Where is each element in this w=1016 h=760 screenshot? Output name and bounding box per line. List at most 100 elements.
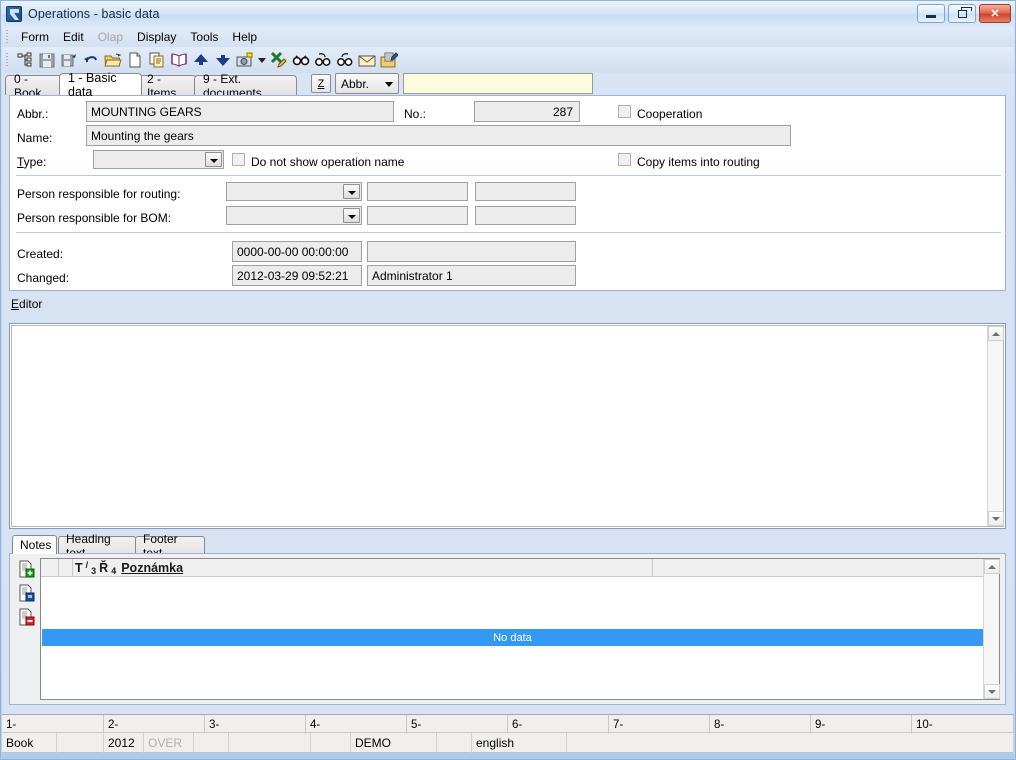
changed-label: Changed: (17, 271, 70, 285)
tab-heading-text[interactable]: Heading text (58, 532, 136, 560)
edit-document-icon[interactable] (378, 49, 400, 71)
created-user-field[interactable] (367, 241, 576, 262)
do-not-show-checkbox[interactable] (232, 153, 245, 166)
cooperation-label: Cooperation (637, 107, 703, 121)
created-field[interactable]: 0000-00-00 00:00:00 (232, 241, 362, 262)
person-bom-extra1[interactable] (367, 206, 468, 225)
notes-grid[interactable]: T / 3 Ř 4 Poznámka No data (40, 558, 1000, 700)
app-icon (6, 6, 22, 22)
grid-header-sub3: 3 (91, 566, 97, 576)
toolbar-grip-icon[interactable] (4, 52, 11, 68)
find-icon[interactable] (290, 49, 312, 71)
cooperation-checkbox[interactable] (618, 105, 631, 118)
scroll-down-icon[interactable] (984, 684, 1000, 699)
search-input[interactable] (403, 73, 593, 94)
status-value-blank3[interactable] (229, 733, 311, 753)
status-value-english[interactable]: english (472, 733, 567, 753)
search-mode-combo[interactable]: Abbr. (335, 73, 399, 94)
status-value-blank2[interactable] (194, 733, 229, 753)
status-value-blank1[interactable] (57, 733, 104, 753)
name-label: Name: (17, 131, 53, 145)
abbr-field[interactable]: MOUNTING GEARS (86, 101, 394, 122)
arrow-up-icon[interactable] (190, 49, 212, 71)
status-bar-panel-numbers: 1- 2- 3- 4- 5- 6- 7- 8- 9- 10- (2, 714, 1014, 734)
status-value-book[interactable]: Book (2, 733, 57, 753)
menu-item-tools[interactable]: Tools (183, 28, 225, 46)
close-icon: ✕ (990, 8, 1000, 20)
new-document-icon[interactable] (124, 49, 146, 71)
add-note-icon[interactable] (18, 560, 36, 578)
notes-grid-scrollbar[interactable] (983, 559, 1000, 699)
status-value-over[interactable]: OVER (144, 733, 194, 753)
search-mode-value: Abbr. (341, 76, 370, 91)
tab-notes[interactable]: Notes (12, 535, 57, 554)
grid-empty-row[interactable]: No data (42, 629, 983, 646)
tab-footer-text[interactable]: Footer text (135, 532, 205, 560)
open-folder-icon[interactable] (102, 49, 124, 71)
find-previous-icon[interactable] (312, 49, 334, 71)
camera-icon[interactable] (234, 49, 256, 71)
chevron-down-icon[interactable] (343, 208, 360, 223)
copy-icon[interactable] (146, 49, 168, 71)
book-icon[interactable] (168, 49, 190, 71)
status-value-blank4[interactable] (311, 733, 351, 753)
status-value-year[interactable]: 2012 (104, 733, 144, 753)
undo-icon[interactable] (80, 49, 102, 71)
minimize-button[interactable] (917, 4, 945, 23)
save-icon[interactable] (36, 49, 58, 71)
scroll-up-icon[interactable] (988, 326, 1004, 341)
person-bom-extra2[interactable] (475, 206, 576, 225)
z-button[interactable]: Z (311, 74, 331, 93)
chevron-down-icon[interactable] (205, 152, 222, 167)
grid-col-0[interactable] (41, 559, 59, 577)
person-bom-combo[interactable] (226, 206, 362, 225)
tab-basic-data[interactable]: 1 - Basic data (59, 71, 142, 99)
changed-user-field[interactable]: Administrator 1 (367, 265, 576, 286)
person-routing-extra2[interactable] (475, 182, 576, 201)
maximize-button[interactable] (948, 4, 976, 23)
menu-item-form[interactable]: Form (14, 28, 56, 46)
notes-panel: T / 3 Ř 4 Poznámka No data (9, 553, 1006, 705)
editor-textarea[interactable] (11, 325, 1004, 527)
scroll-down-icon[interactable] (988, 511, 1004, 526)
person-routing-combo[interactable] (226, 182, 362, 201)
copy-items-checkbox[interactable] (618, 153, 631, 166)
changed-field[interactable]: 2012-03-29 09:52:21 (232, 265, 362, 286)
tree-structure-icon[interactable] (14, 49, 36, 71)
name-field[interactable]: Mounting the gears (86, 125, 791, 146)
tab-ext-documents[interactable]: 9 - Ext. documents (194, 72, 297, 100)
status-bar-bottom-strip (2, 753, 1014, 759)
status-value-demo[interactable]: DEMO (351, 733, 437, 753)
mail-icon[interactable] (356, 49, 378, 71)
find-next-icon[interactable] (334, 49, 356, 71)
editor-scrollbar[interactable] (987, 326, 1004, 526)
edit-note-icon[interactable] (18, 584, 36, 602)
tab-book[interactable]: 0 - Book (5, 72, 63, 100)
editor-label: Editor (11, 297, 43, 311)
tab-items[interactable]: 2 - Items (138, 72, 197, 100)
scroll-up-icon[interactable] (984, 559, 1000, 574)
status-panel-num-6: 6- (508, 715, 609, 734)
status-panel-num-8: 8- (710, 715, 811, 734)
person-routing-extra1[interactable] (367, 182, 468, 201)
status-value-blank6[interactable] (567, 733, 1014, 753)
notes-tab-strip: Notes Heading text Footer text (9, 532, 1006, 560)
save-as-icon[interactable] (58, 49, 80, 71)
delete-note-icon[interactable] (18, 608, 36, 626)
chevron-down-icon[interactable] (343, 184, 360, 199)
status-panel-num-3: 3- (205, 715, 306, 734)
arrow-down-icon[interactable] (212, 49, 234, 71)
menu-item-display[interactable]: Display (130, 28, 183, 46)
type-combo[interactable] (93, 150, 224, 169)
menu-item-edit[interactable]: Edit (56, 28, 91, 46)
grid-header-sub4: 4 (111, 566, 117, 576)
created-label: Created: (17, 247, 64, 261)
export-excel-icon[interactable] (268, 49, 290, 71)
menu-grip-icon[interactable] (4, 29, 11, 45)
menu-item-help[interactable]: Help (225, 28, 264, 46)
no-field[interactable]: 287 (474, 101, 580, 122)
status-value-blank5[interactable] (437, 733, 472, 753)
dropdown-arrow-icon[interactable] (256, 49, 268, 71)
close-button[interactable]: ✕ (979, 4, 1011, 23)
grid-col-1[interactable] (59, 559, 73, 577)
